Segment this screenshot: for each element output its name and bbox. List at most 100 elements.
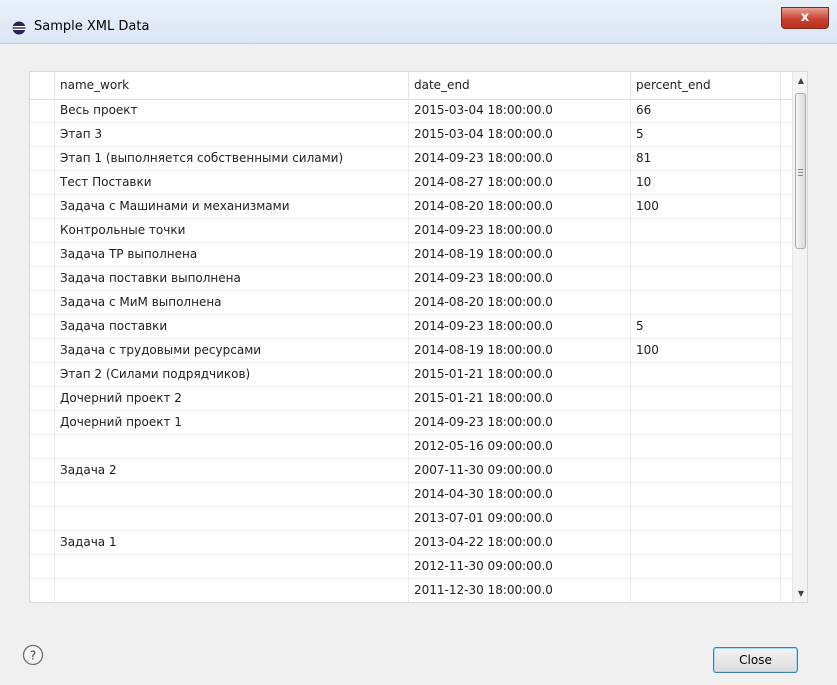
cell-filler	[781, 147, 792, 171]
table-row[interactable]: Задача 1 2013-04-22 18:00:00.0	[30, 531, 792, 555]
cell-percent-end	[631, 291, 781, 315]
cell-name-work: Задача поставки	[55, 315, 409, 339]
cell-name-work	[55, 435, 409, 459]
cell-filler	[781, 243, 792, 267]
cell-filler	[781, 483, 792, 507]
cell-name-work: Задача ТР выполнена	[55, 243, 409, 267]
column-header-filler	[781, 72, 792, 99]
window-title: Sample XML Data	[34, 19, 150, 34]
cell-name-work: Задача с МиМ выполнена	[55, 291, 409, 315]
cell-name-work: Задача 2	[55, 459, 409, 483]
table-row[interactable]: Задача ТР выполнена 2014-08-19 18:00:00.0	[30, 243, 792, 267]
cell-name-work	[55, 579, 409, 602]
cell-name-work: Этап 1 (выполняется собственными силами)	[55, 147, 409, 171]
table-row[interactable]: Задача 2 2007-11-30 09:00:00.0	[30, 459, 792, 483]
cell-percent-end	[631, 507, 781, 531]
cell-name-work: Этап 3	[55, 123, 409, 147]
table-row[interactable]: Этап 2 (Силами подрядчиков) 2015-01-21 18…	[30, 363, 792, 387]
scroll-down-arrow-icon[interactable]: ▼	[793, 585, 807, 602]
cell-date-end: 2015-01-21 18:00:00.0	[409, 363, 631, 387]
row-header-cell	[30, 99, 55, 123]
cell-date-end: 2015-01-21 18:00:00.0	[409, 387, 631, 411]
cell-percent-end	[631, 219, 781, 243]
title-bar[interactable]: Sample XML Data x	[0, 0, 837, 44]
table-row[interactable]: Задача поставки 2014-09-23 18:00:00.0 5	[30, 315, 792, 339]
table-row[interactable]: 2011-12-30 18:00:00.0	[30, 579, 792, 602]
cell-filler	[781, 315, 792, 339]
cell-name-work: Весь проект	[55, 99, 409, 123]
cell-filler	[781, 531, 792, 555]
cell-percent-end	[631, 459, 781, 483]
row-header-cell	[30, 267, 55, 291]
cell-date-end: 2014-09-23 18:00:00.0	[409, 267, 631, 291]
cell-date-end: 2012-11-30 09:00:00.0	[409, 555, 631, 579]
table-row[interactable]: 2012-11-30 09:00:00.0	[30, 555, 792, 579]
cell-filler	[781, 291, 792, 315]
cell-percent-end	[631, 243, 781, 267]
cell-date-end: 2007-11-30 09:00:00.0	[409, 459, 631, 483]
cell-date-end: 2014-09-23 18:00:00.0	[409, 315, 631, 339]
cell-date-end: 2014-09-23 18:00:00.0	[409, 219, 631, 243]
table-row[interactable]: 2013-07-01 09:00:00.0	[30, 507, 792, 531]
table-row[interactable]: Этап 1 (выполняется собственными силами)…	[30, 147, 792, 171]
cell-filler	[781, 123, 792, 147]
table-row[interactable]: Контрольные точки 2014-09-23 18:00:00.0	[30, 219, 792, 243]
cell-percent-end	[631, 411, 781, 435]
table-row[interactable]: Задача с Машинами и механизмами 2014-08-2…	[30, 195, 792, 219]
row-header-cell	[30, 555, 55, 579]
svg-text:?: ?	[30, 649, 36, 663]
cell-date-end: 2015-03-04 18:00:00.0	[409, 123, 631, 147]
table-row[interactable]: Дочерний проект 2 2015-01-21 18:00:00.0	[30, 387, 792, 411]
table-row[interactable]: Задача с МиМ выполнена 2014-08-20 18:00:0…	[30, 291, 792, 315]
cell-date-end: 2014-08-20 18:00:00.0	[409, 195, 631, 219]
cell-filler	[781, 363, 792, 387]
cell-name-work	[55, 483, 409, 507]
cell-date-end: 2014-08-27 18:00:00.0	[409, 171, 631, 195]
cell-percent-end	[631, 531, 781, 555]
column-header-percent-end[interactable]: percent_end	[631, 72, 781, 99]
column-header-name-work[interactable]: name_work	[55, 72, 409, 99]
cell-percent-end: 5	[631, 123, 781, 147]
cell-percent-end	[631, 555, 781, 579]
cell-filler	[781, 459, 792, 483]
cell-date-end: 2011-12-30 18:00:00.0	[409, 579, 631, 602]
cell-filler	[781, 435, 792, 459]
cell-percent-end: 81	[631, 147, 781, 171]
cell-percent-end: 5	[631, 315, 781, 339]
row-header-cell	[30, 339, 55, 363]
window-close-button[interactable]: x	[781, 7, 829, 29]
table-row[interactable]: Весь проект 2015-03-04 18:00:00.0 66	[30, 99, 792, 123]
cell-date-end: 2014-09-23 18:00:00.0	[409, 147, 631, 171]
cell-name-work: Этап 2 (Силами подрядчиков)	[55, 363, 409, 387]
scroll-up-arrow-icon[interactable]: ▲	[793, 72, 807, 89]
cell-filler	[781, 411, 792, 435]
cell-name-work: Тест Поставки	[55, 171, 409, 195]
cell-name-work: Дочерний проект 2	[55, 387, 409, 411]
row-header-cell	[30, 123, 55, 147]
cell-name-work: Задача с Машинами и механизмами	[55, 195, 409, 219]
table-row[interactable]: Тест Поставки 2014-08-27 18:00:00.0 10	[30, 171, 792, 195]
table-row[interactable]: Задача поставки выполнена 2014-09-23 18:0…	[30, 267, 792, 291]
vertical-scrollbar[interactable]: ▲ ▼	[792, 72, 807, 602]
row-header-cell	[30, 483, 55, 507]
table-row[interactable]: Дочерний проект 1 2014-09-23 18:00:00.0	[30, 411, 792, 435]
table-row[interactable]: 2012-05-16 09:00:00.0	[30, 435, 792, 459]
scrollbar-thumb[interactable]	[795, 93, 806, 249]
cell-name-work: Контрольные точки	[55, 219, 409, 243]
close-button[interactable]: Close	[713, 647, 798, 673]
row-header-cell	[30, 579, 55, 602]
column-header-date-end[interactable]: date_end	[409, 72, 631, 99]
table-row[interactable]: Этап 3 2015-03-04 18:00:00.0 5	[30, 123, 792, 147]
cell-name-work	[55, 507, 409, 531]
help-icon[interactable]: ?	[22, 644, 44, 666]
table-row[interactable]: Задача с трудовыми ресурсами 2014-08-19 1…	[30, 339, 792, 363]
row-header-cell	[30, 171, 55, 195]
cell-percent-end	[631, 267, 781, 291]
cell-percent-end	[631, 435, 781, 459]
row-header-cell	[30, 219, 55, 243]
row-header-cell	[30, 531, 55, 555]
cell-filler	[781, 579, 792, 602]
cell-percent-end	[631, 387, 781, 411]
cell-date-end: 2014-09-23 18:00:00.0	[409, 411, 631, 435]
table-row[interactable]: 2014-04-30 18:00:00.0	[30, 483, 792, 507]
